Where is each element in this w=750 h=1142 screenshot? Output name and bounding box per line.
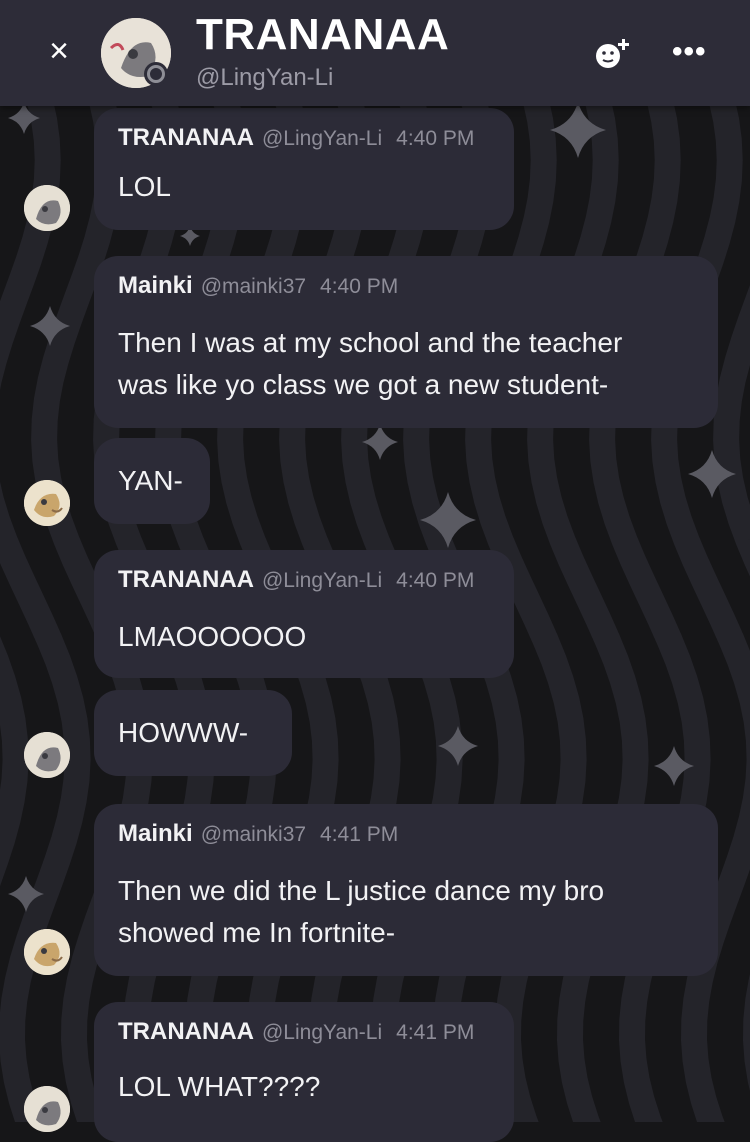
sender-name[interactable]: TRANANAA [118,1018,254,1045]
chat-header: × TRANANAA @LingYan-Li ••• [0,0,750,106]
add-reaction-button[interactable] [594,36,634,72]
more-options-button[interactable]: ••• [672,35,712,68]
message-bubble[interactable]: HOWWW- [94,690,292,776]
sender-handle: @LingYan-Li [261,127,383,150]
sender-name[interactable]: TRANANAA [118,566,254,593]
sender-name[interactable]: Mainki [118,820,193,847]
message-text: HOWWW- [118,717,249,748]
message-text: Then I was at my school and the teacher … [118,327,623,400]
more-options-icon: ••• [672,35,707,68]
message-text: LOL [118,171,171,202]
close-button[interactable]: × [40,32,78,70]
message-time: 4:40 PM [396,569,475,592]
status-indicator [147,65,165,83]
sender-handle: @LingYan-Li [261,569,383,592]
message-text: LOL WHAT???? [118,1071,321,1102]
sender-name[interactable]: Mainki [118,272,193,299]
message-time: 4:40 PM [320,275,399,298]
chat-handle: @LingYan-Li [196,64,334,91]
avatar[interactable] [24,1086,70,1132]
message-time: 4:40 PM [396,127,475,150]
message-text: LMAOOOOOO [118,621,307,652]
message-text: YAN- [118,465,183,496]
message-bubble[interactable]: Mainki @mainki37 4:41 PM Then we did the L… [94,804,718,976]
message-bubble[interactable]: Mainki @mainki37 4:40 PM Then I was at my … [94,256,718,428]
avatar[interactable] [24,732,70,778]
message-bubble[interactable]: TRANANAA @LingYan-Li 4:40 PM LMAOOOOOO [94,550,514,678]
message-time: 4:41 PM [396,1021,475,1044]
message-bubble[interactable]: YAN- [94,438,210,524]
add-reaction-icon [596,39,629,68]
close-icon: × [49,32,69,70]
avatar[interactable] [24,929,70,975]
chat-title: TRANANAA [196,10,450,59]
avatar[interactable] [24,185,70,231]
sender-name[interactable]: TRANANAA [118,124,254,151]
avatar[interactable] [24,480,70,526]
message-bubble[interactable]: TRANANAA @LingYan-Li 4:41 PM LOL WHAT???? [94,1002,514,1142]
sender-handle: @mainki37 [200,823,307,846]
sender-handle: @LingYan-Li [261,1021,383,1044]
message-text: Then we did the L justice dance my bro s… [118,875,605,948]
message-time: 4:41 PM [320,823,399,846]
sender-handle: @mainki37 [200,275,307,298]
message-bubble[interactable]: TRANANAA @LingYan-Li 4:40 PM LOL [94,108,514,230]
